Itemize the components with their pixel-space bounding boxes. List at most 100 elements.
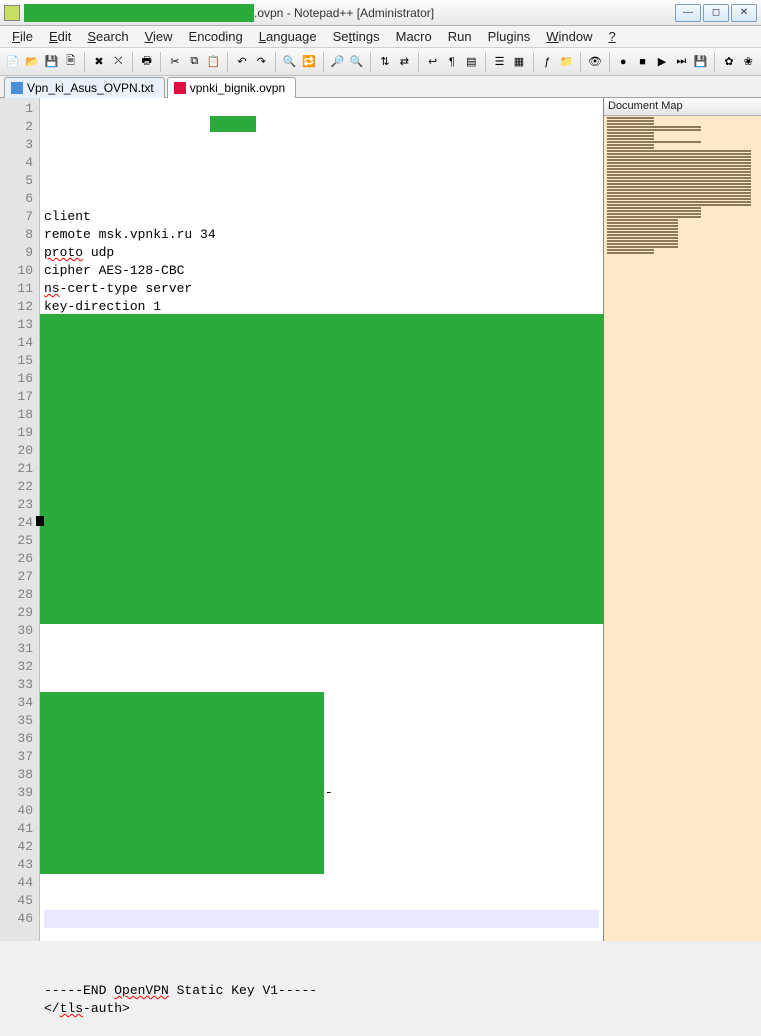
redo-icon[interactable]: ↷ bbox=[253, 53, 270, 71]
menu-macro[interactable]: Macro bbox=[388, 27, 440, 46]
tab-inactive[interactable]: Vpn_ki_Asus_OVPN.txt bbox=[4, 77, 165, 98]
close-window-button[interactable]: ✕ bbox=[731, 4, 757, 22]
app-icon bbox=[4, 5, 20, 21]
menu-view[interactable]: View bbox=[137, 27, 181, 46]
menu-language[interactable]: Language bbox=[251, 27, 325, 46]
sync-v-icon[interactable]: ⇅ bbox=[376, 53, 393, 71]
toolbar-separator bbox=[609, 52, 610, 72]
menu-window[interactable]: Window bbox=[538, 27, 600, 46]
folder-icon[interactable]: 📁 bbox=[558, 53, 575, 71]
code-line[interactable] bbox=[44, 964, 599, 982]
code-line[interactable] bbox=[44, 946, 599, 964]
find-icon[interactable]: 🔍 bbox=[281, 53, 298, 71]
document-map-title: Document Map bbox=[604, 98, 761, 116]
code-line[interactable]: ns-cert-type server bbox=[44, 280, 599, 298]
menu-edit[interactable]: Edit bbox=[41, 27, 79, 46]
toolbar-separator bbox=[323, 52, 324, 72]
menu-bar: File Edit Search View Encoding Language … bbox=[0, 26, 761, 48]
print-icon[interactable]: 🖶 bbox=[138, 53, 155, 71]
toolbar-separator bbox=[227, 52, 228, 72]
code-line[interactable] bbox=[44, 1018, 599, 1036]
line-number-gutter: 1234567891011121314151617181920212223242… bbox=[0, 98, 40, 941]
toolbar-separator bbox=[160, 52, 161, 72]
open-file-icon[interactable]: 📂 bbox=[23, 53, 40, 71]
toolbar-separator bbox=[84, 52, 85, 72]
tab-strip: Vpn_ki_Asus_OVPN.txt vpnki_bignik.ovpn bbox=[0, 76, 761, 98]
paste-icon[interactable]: 📋 bbox=[205, 53, 222, 71]
code-line[interactable]: client bbox=[44, 208, 599, 226]
toolbar-separator bbox=[132, 52, 133, 72]
tab-active[interactable]: vpnki_bignik.ovpn bbox=[167, 77, 296, 98]
text-editor[interactable]: clientremote msk.vpnki.ru 34proto udpcip… bbox=[40, 98, 603, 941]
code-line[interactable] bbox=[44, 928, 599, 946]
toolbar-separator bbox=[370, 52, 371, 72]
toolbar-separator bbox=[580, 52, 581, 72]
code-line[interactable]: -----END OpenVPN Static Key V1----- bbox=[44, 982, 599, 1000]
code-line[interactable]: proto udp bbox=[44, 244, 599, 262]
toolbar-separator bbox=[485, 52, 486, 72]
plugin2-icon[interactable]: ❀ bbox=[740, 53, 757, 71]
wordwrap-icon[interactable]: ↩ bbox=[424, 53, 441, 71]
code-line[interactable]: remote msk.vpnki.ru 34 bbox=[44, 226, 599, 244]
menu-encoding[interactable]: Encoding bbox=[181, 27, 251, 46]
code-line[interactable] bbox=[44, 874, 599, 892]
code-line[interactable]: cipher AES-128-CBC bbox=[44, 262, 599, 280]
replace-icon[interactable]: 🔁 bbox=[300, 53, 317, 71]
toolbar-separator bbox=[714, 52, 715, 72]
play-multi-icon[interactable]: ⏭ bbox=[673, 53, 690, 71]
code-line[interactable] bbox=[44, 622, 599, 640]
save-icon[interactable]: 💾 bbox=[43, 53, 60, 71]
document-map-panel: Document Map bbox=[603, 98, 761, 941]
redaction-block-key bbox=[40, 692, 324, 874]
close-icon[interactable]: ✖ bbox=[90, 53, 107, 71]
menu-help[interactable]: ? bbox=[600, 27, 623, 46]
menu-file[interactable]: File bbox=[4, 27, 41, 46]
plugin1-icon[interactable]: ✿ bbox=[720, 53, 737, 71]
menu-search[interactable]: Search bbox=[79, 27, 136, 46]
minimize-button[interactable]: — bbox=[675, 4, 701, 22]
file-icon bbox=[174, 82, 186, 94]
code-line[interactable] bbox=[44, 658, 599, 676]
menu-settings[interactable]: Settings bbox=[325, 27, 388, 46]
doc-map-icon[interactable]: ▦ bbox=[510, 53, 527, 71]
play-icon[interactable]: ▶ bbox=[653, 53, 670, 71]
stop-icon[interactable]: ■ bbox=[634, 53, 651, 71]
editor-pane: 1234567891011121314151617181920212223242… bbox=[0, 98, 603, 941]
new-file-icon[interactable]: 📄 bbox=[4, 53, 21, 71]
tab-label: Vpn_ki_Asus_OVPN.txt bbox=[27, 81, 154, 95]
zoom-out-icon[interactable]: 🔍 bbox=[348, 53, 365, 71]
redaction-inline bbox=[210, 116, 256, 132]
title-redacted bbox=[24, 4, 254, 22]
code-line[interactable]: </tls-auth> bbox=[44, 1000, 599, 1018]
window-title: .ovpn - Notepad++ [Administrator] bbox=[254, 6, 434, 20]
zoom-in-icon[interactable]: 🔎 bbox=[329, 53, 346, 71]
toolbar-separator bbox=[275, 52, 276, 72]
close-all-icon[interactable]: ⛌ bbox=[110, 53, 127, 71]
menu-plugins[interactable]: Plugins bbox=[480, 27, 539, 46]
toolbar-separator bbox=[418, 52, 419, 72]
undo-icon[interactable]: ↶ bbox=[233, 53, 250, 71]
toolbar-separator bbox=[533, 52, 534, 72]
lang-icon[interactable]: ☰ bbox=[491, 53, 508, 71]
document-map-body[interactable] bbox=[604, 116, 761, 941]
tab-label: vpnki_bignik.ovpn bbox=[190, 81, 285, 95]
save-all-icon[interactable]: 🗎 bbox=[62, 53, 79, 71]
toolbar: 📄📂💾🗎✖⛌🖶✂⧉📋↶↷🔍🔁🔎🔍⇅⇄↩¶▤☰▦ƒ📁👁●■▶⏭💾✿❀ bbox=[0, 48, 761, 76]
menu-run[interactable]: Run bbox=[440, 27, 480, 46]
code-line[interactable] bbox=[44, 892, 599, 910]
cut-icon[interactable]: ✂ bbox=[166, 53, 183, 71]
record-icon[interactable]: ● bbox=[615, 53, 632, 71]
title-bar: .ovpn - Notepad++ [Administrator] — ◻ ✕ bbox=[0, 0, 761, 26]
all-chars-icon[interactable]: ¶ bbox=[443, 53, 460, 71]
workspace: 1234567891011121314151617181920212223242… bbox=[0, 98, 761, 941]
code-line[interactable] bbox=[44, 640, 599, 658]
copy-icon[interactable]: ⧉ bbox=[186, 53, 203, 71]
monitor-icon[interactable]: 👁 bbox=[586, 53, 603, 71]
code-line[interactable] bbox=[44, 910, 599, 928]
save-macro-icon[interactable]: 💾 bbox=[692, 53, 709, 71]
func-list-icon[interactable]: ƒ bbox=[539, 53, 556, 71]
maximize-button[interactable]: ◻ bbox=[703, 4, 729, 22]
file-icon bbox=[11, 82, 23, 94]
indent-guide-icon[interactable]: ▤ bbox=[463, 53, 480, 71]
sync-h-icon[interactable]: ⇄ bbox=[396, 53, 413, 71]
